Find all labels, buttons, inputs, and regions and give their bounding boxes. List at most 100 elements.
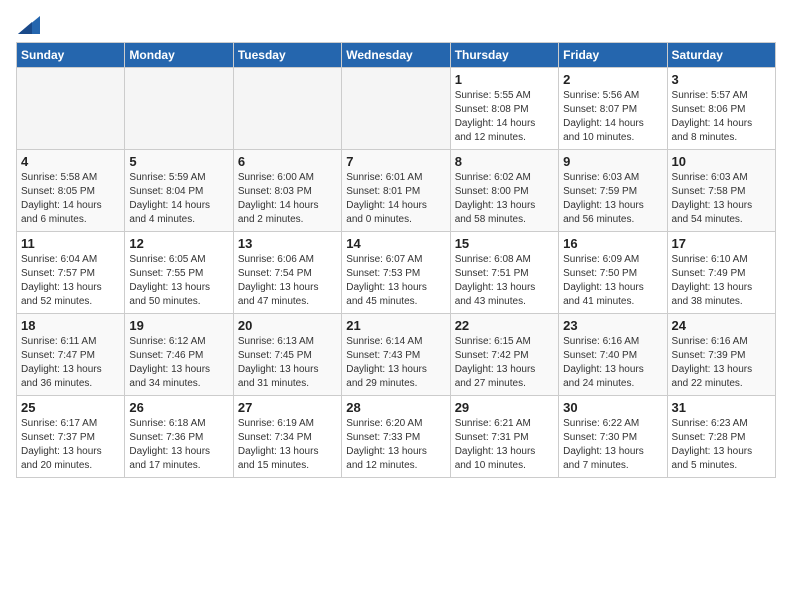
day-number: 23 (563, 318, 662, 333)
day-number: 27 (238, 400, 337, 415)
day-number: 11 (21, 236, 120, 251)
calendar-day-cell: 17 Sunrise: 6:10 AM Sunset: 7:49 PM Dayli… (667, 232, 775, 314)
calendar-day-cell: 31 Sunrise: 6:23 AM Sunset: 7:28 PM Dayli… (667, 396, 775, 478)
day-info: Sunrise: 6:07 AM Sunset: 7:53 PM Dayligh… (346, 253, 445, 309)
day-info: Sunrise: 6:13 AM Sunset: 7:45 PM Dayligh… (238, 335, 337, 391)
day-info: Sunrise: 6:01 AM Sunset: 8:01 PM Dayligh… (346, 171, 445, 227)
calendar-week-row: 25 Sunrise: 6:17 AM Sunset: 7:37 PM Dayli… (17, 396, 776, 478)
day-info: Sunrise: 5:59 AM Sunset: 8:04 PM Dayligh… (129, 171, 228, 227)
day-info: Sunrise: 6:16 AM Sunset: 7:40 PM Dayligh… (563, 335, 662, 391)
calendar-day-cell: 16Sunrise: 6:09 AM Sunset: 7:50 PM Dayli… (559, 232, 667, 314)
day-info: Sunrise: 6:08 AM Sunset: 7:51 PM Dayligh… (455, 253, 554, 309)
weekday-header-cell: Tuesday (233, 43, 341, 68)
calendar-day-cell (125, 68, 233, 150)
calendar-week-row: 1Sunrise: 5:55 AM Sunset: 8:08 PM Daylig… (17, 68, 776, 150)
weekday-header-row: SundayMondayTuesdayWednesdayThursdayFrid… (17, 43, 776, 68)
day-number: 22 (455, 318, 554, 333)
day-info: Sunrise: 5:58 AM Sunset: 8:05 PM Dayligh… (21, 171, 120, 227)
day-number: 8 (455, 154, 554, 169)
day-info: Sunrise: 6:23 AM Sunset: 7:28 PM Dayligh… (672, 417, 771, 473)
day-number: 24 (672, 318, 771, 333)
day-number: 15 (455, 236, 554, 251)
day-number: 5 (129, 154, 228, 169)
day-number: 29 (455, 400, 554, 415)
day-info: Sunrise: 6:03 AM Sunset: 7:59 PM Dayligh… (563, 171, 662, 227)
day-number: 13 (238, 236, 337, 251)
calendar-day-cell (233, 68, 341, 150)
day-number: 2 (563, 72, 662, 87)
day-info: Sunrise: 6:06 AM Sunset: 7:54 PM Dayligh… (238, 253, 337, 309)
day-number: 6 (238, 154, 337, 169)
day-info: Sunrise: 6:21 AM Sunset: 7:31 PM Dayligh… (455, 417, 554, 473)
calendar-day-cell: 9Sunrise: 6:03 AM Sunset: 7:59 PM Daylig… (559, 150, 667, 232)
calendar-body: 1Sunrise: 5:55 AM Sunset: 8:08 PM Daylig… (17, 68, 776, 478)
weekday-header-cell: Wednesday (342, 43, 450, 68)
calendar-day-cell: 19 Sunrise: 6:12 AM Sunset: 7:46 PM Dayli… (125, 314, 233, 396)
day-number: 7 (346, 154, 445, 169)
calendar-day-cell: 29 Sunrise: 6:21 AM Sunset: 7:31 PM Dayli… (450, 396, 558, 478)
calendar-day-cell: 10 Sunrise: 6:03 AM Sunset: 7:58 PM Dayli… (667, 150, 775, 232)
day-info: Sunrise: 6:17 AM Sunset: 7:37 PM Dayligh… (21, 417, 120, 473)
logo-icon (18, 16, 40, 34)
weekday-header-cell: Sunday (17, 43, 125, 68)
calendar-day-cell: 14 Sunrise: 6:07 AM Sunset: 7:53 PM Dayli… (342, 232, 450, 314)
calendar-day-cell: 20 Sunrise: 6:13 AM Sunset: 7:45 PM Dayli… (233, 314, 341, 396)
calendar-day-cell: 22 Sunrise: 6:15 AM Sunset: 7:42 PM Dayli… (450, 314, 558, 396)
day-info: Sunrise: 5:57 AM Sunset: 8:06 PM Dayligh… (672, 89, 771, 145)
day-info: Sunrise: 6:20 AM Sunset: 7:33 PM Dayligh… (346, 417, 445, 473)
day-info: Sunrise: 6:03 AM Sunset: 7:58 PM Dayligh… (672, 171, 771, 227)
day-info: Sunrise: 6:00 AM Sunset: 8:03 PM Dayligh… (238, 171, 337, 227)
calendar-day-cell: 1Sunrise: 5:55 AM Sunset: 8:08 PM Daylig… (450, 68, 558, 150)
day-info: Sunrise: 6:02 AM Sunset: 8:00 PM Dayligh… (455, 171, 554, 227)
day-info: Sunrise: 6:05 AM Sunset: 7:55 PM Dayligh… (129, 253, 228, 309)
day-info: Sunrise: 6:12 AM Sunset: 7:46 PM Dayligh… (129, 335, 228, 391)
logo (16, 16, 40, 34)
day-number: 12 (129, 236, 228, 251)
day-info: Sunrise: 6:16 AM Sunset: 7:39 PM Dayligh… (672, 335, 771, 391)
calendar-week-row: 11Sunrise: 6:04 AM Sunset: 7:57 PM Dayli… (17, 232, 776, 314)
day-number: 28 (346, 400, 445, 415)
calendar-day-cell: 21Sunrise: 6:14 AM Sunset: 7:43 PM Dayli… (342, 314, 450, 396)
calendar-week-row: 4 Sunrise: 5:58 AM Sunset: 8:05 PM Daylig… (17, 150, 776, 232)
weekday-header-cell: Saturday (667, 43, 775, 68)
weekday-header-cell: Friday (559, 43, 667, 68)
day-info: Sunrise: 6:15 AM Sunset: 7:42 PM Dayligh… (455, 335, 554, 391)
calendar-day-cell: 3Sunrise: 5:57 AM Sunset: 8:06 PM Daylig… (667, 68, 775, 150)
calendar-day-cell: 13 Sunrise: 6:06 AM Sunset: 7:54 PM Dayli… (233, 232, 341, 314)
day-info: Sunrise: 6:22 AM Sunset: 7:30 PM Dayligh… (563, 417, 662, 473)
day-info: Sunrise: 5:55 AM Sunset: 8:08 PM Dayligh… (455, 89, 554, 145)
calendar-day-cell: 11Sunrise: 6:04 AM Sunset: 7:57 PM Dayli… (17, 232, 125, 314)
calendar-week-row: 18Sunrise: 6:11 AM Sunset: 7:47 PM Dayli… (17, 314, 776, 396)
day-number: 26 (129, 400, 228, 415)
day-number: 30 (563, 400, 662, 415)
weekday-header-cell: Monday (125, 43, 233, 68)
calendar-day-cell: 8 Sunrise: 6:02 AM Sunset: 8:00 PM Daylig… (450, 150, 558, 232)
day-number: 10 (672, 154, 771, 169)
calendar-day-cell: 12 Sunrise: 6:05 AM Sunset: 7:55 PM Dayli… (125, 232, 233, 314)
header (16, 16, 776, 34)
calendar-day-cell: 28 Sunrise: 6:20 AM Sunset: 7:33 PM Dayli… (342, 396, 450, 478)
day-info: Sunrise: 6:10 AM Sunset: 7:49 PM Dayligh… (672, 253, 771, 309)
day-number: 20 (238, 318, 337, 333)
weekday-header-cell: Thursday (450, 43, 558, 68)
day-number: 4 (21, 154, 120, 169)
calendar-day-cell: 23 Sunrise: 6:16 AM Sunset: 7:40 PM Dayli… (559, 314, 667, 396)
calendar-day-cell: 26Sunrise: 6:18 AM Sunset: 7:36 PM Dayli… (125, 396, 233, 478)
calendar-day-cell: 27 Sunrise: 6:19 AM Sunset: 7:34 PM Dayli… (233, 396, 341, 478)
day-number: 31 (672, 400, 771, 415)
calendar-day-cell: 15 Sunrise: 6:08 AM Sunset: 7:51 PM Dayli… (450, 232, 558, 314)
day-number: 21 (346, 318, 445, 333)
day-number: 16 (563, 236, 662, 251)
day-number: 17 (672, 236, 771, 251)
calendar-day-cell: 2 Sunrise: 5:56 AM Sunset: 8:07 PM Daylig… (559, 68, 667, 150)
day-number: 14 (346, 236, 445, 251)
calendar-day-cell (17, 68, 125, 150)
day-number: 19 (129, 318, 228, 333)
calendar-day-cell: 24 Sunrise: 6:16 AM Sunset: 7:39 PM Dayli… (667, 314, 775, 396)
calendar-day-cell: 5 Sunrise: 5:59 AM Sunset: 8:04 PM Daylig… (125, 150, 233, 232)
calendar-day-cell (342, 68, 450, 150)
day-info: Sunrise: 5:56 AM Sunset: 8:07 PM Dayligh… (563, 89, 662, 145)
day-info: Sunrise: 6:19 AM Sunset: 7:34 PM Dayligh… (238, 417, 337, 473)
calendar-day-cell: 7 Sunrise: 6:01 AM Sunset: 8:01 PM Daylig… (342, 150, 450, 232)
day-number: 25 (21, 400, 120, 415)
